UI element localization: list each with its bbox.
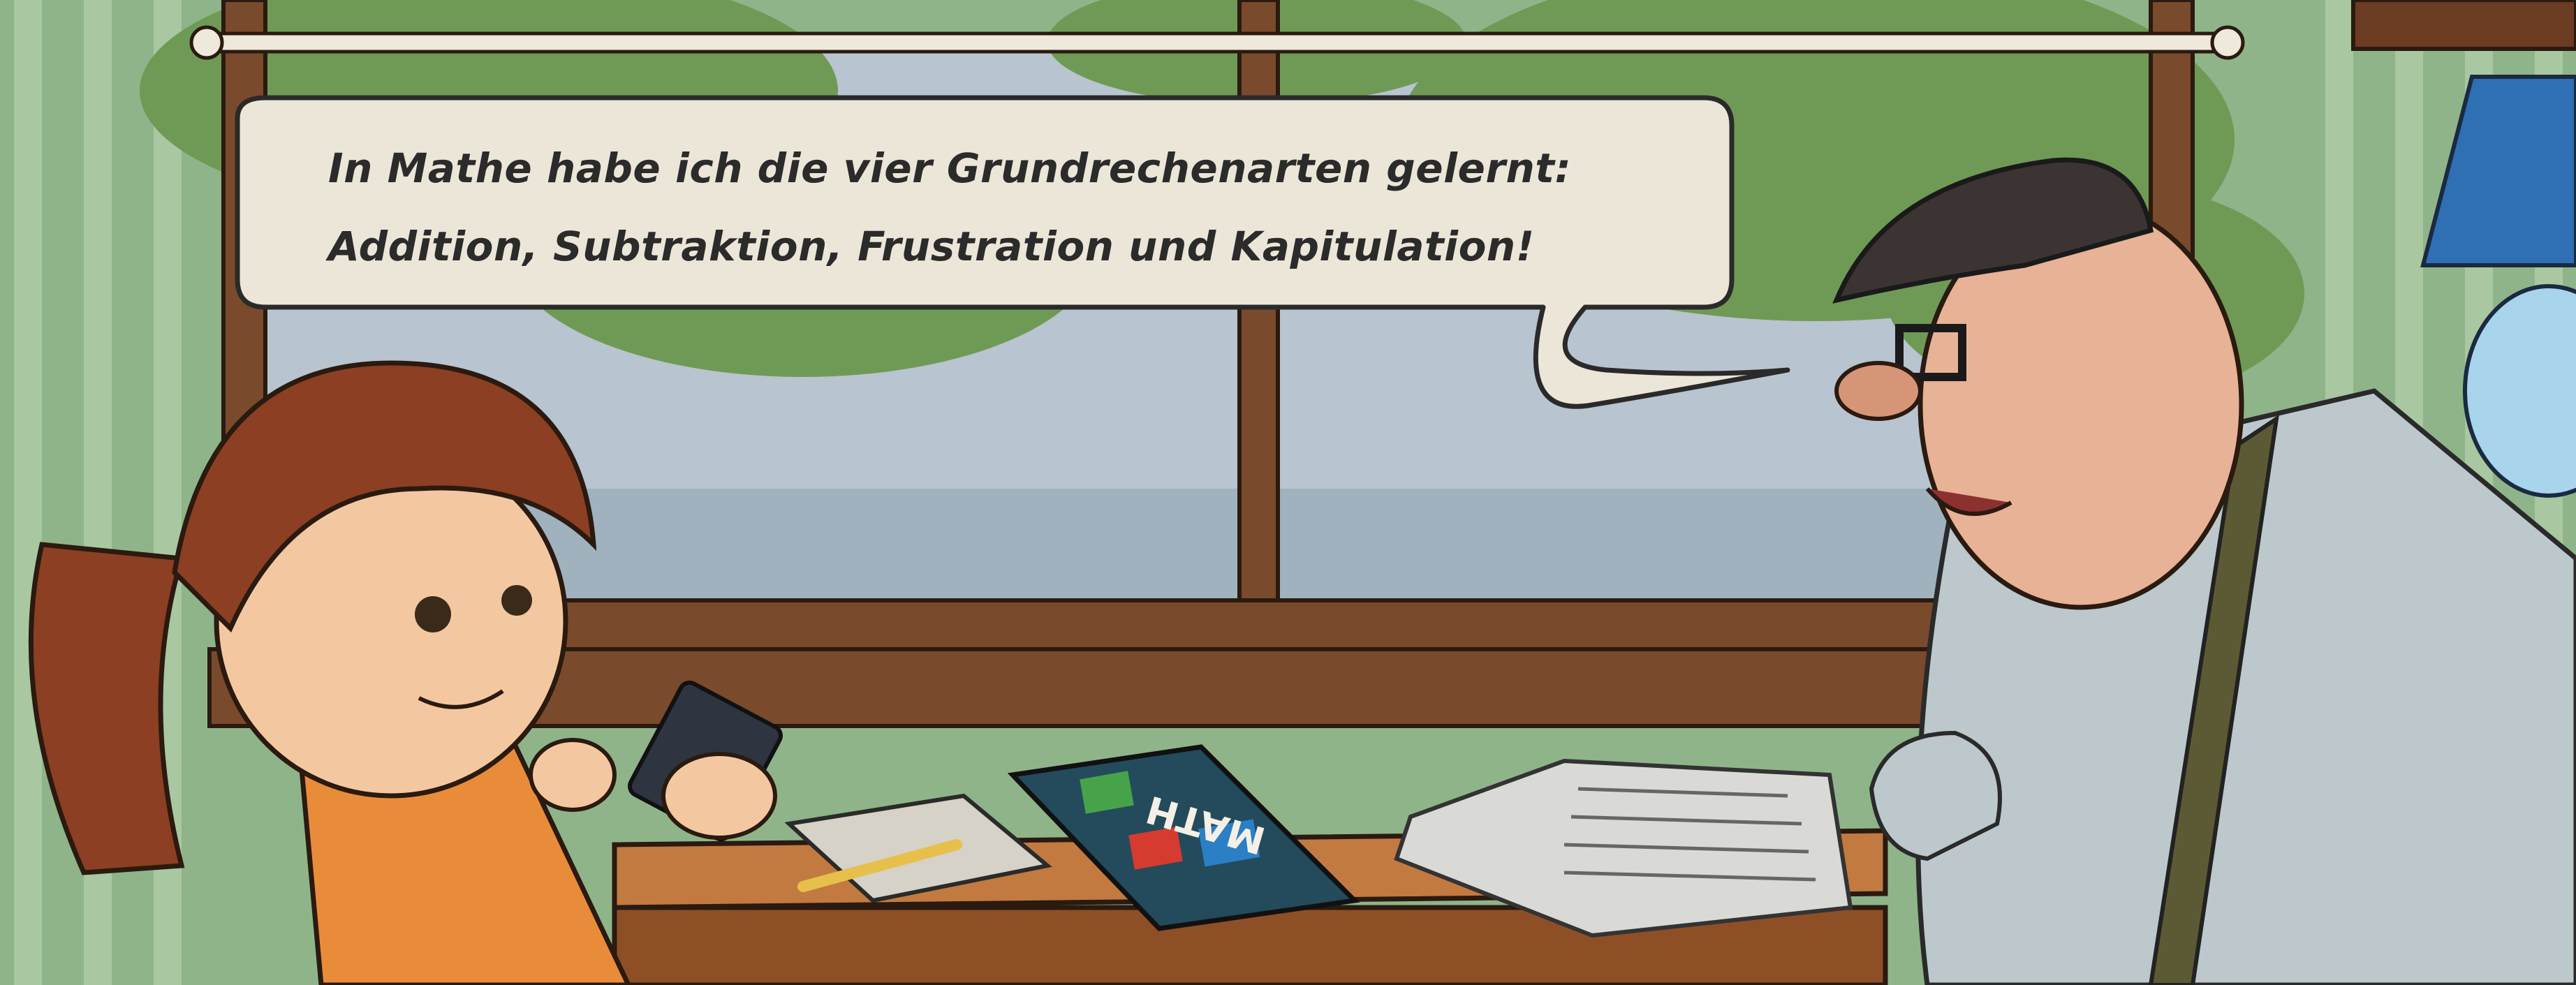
speech-line-2: Addition, Subtraktion, Frustration und K… bbox=[328, 223, 1535, 270]
speech-line-1: In Mathe habe ich die vier Grundrechenar… bbox=[328, 145, 1572, 192]
speech-bubble-text: In Mathe habe ich die vier Grundrechenar… bbox=[328, 129, 1725, 286]
curtain-rod bbox=[200, 31, 2230, 54]
picture-frame bbox=[2351, 0, 2576, 51]
